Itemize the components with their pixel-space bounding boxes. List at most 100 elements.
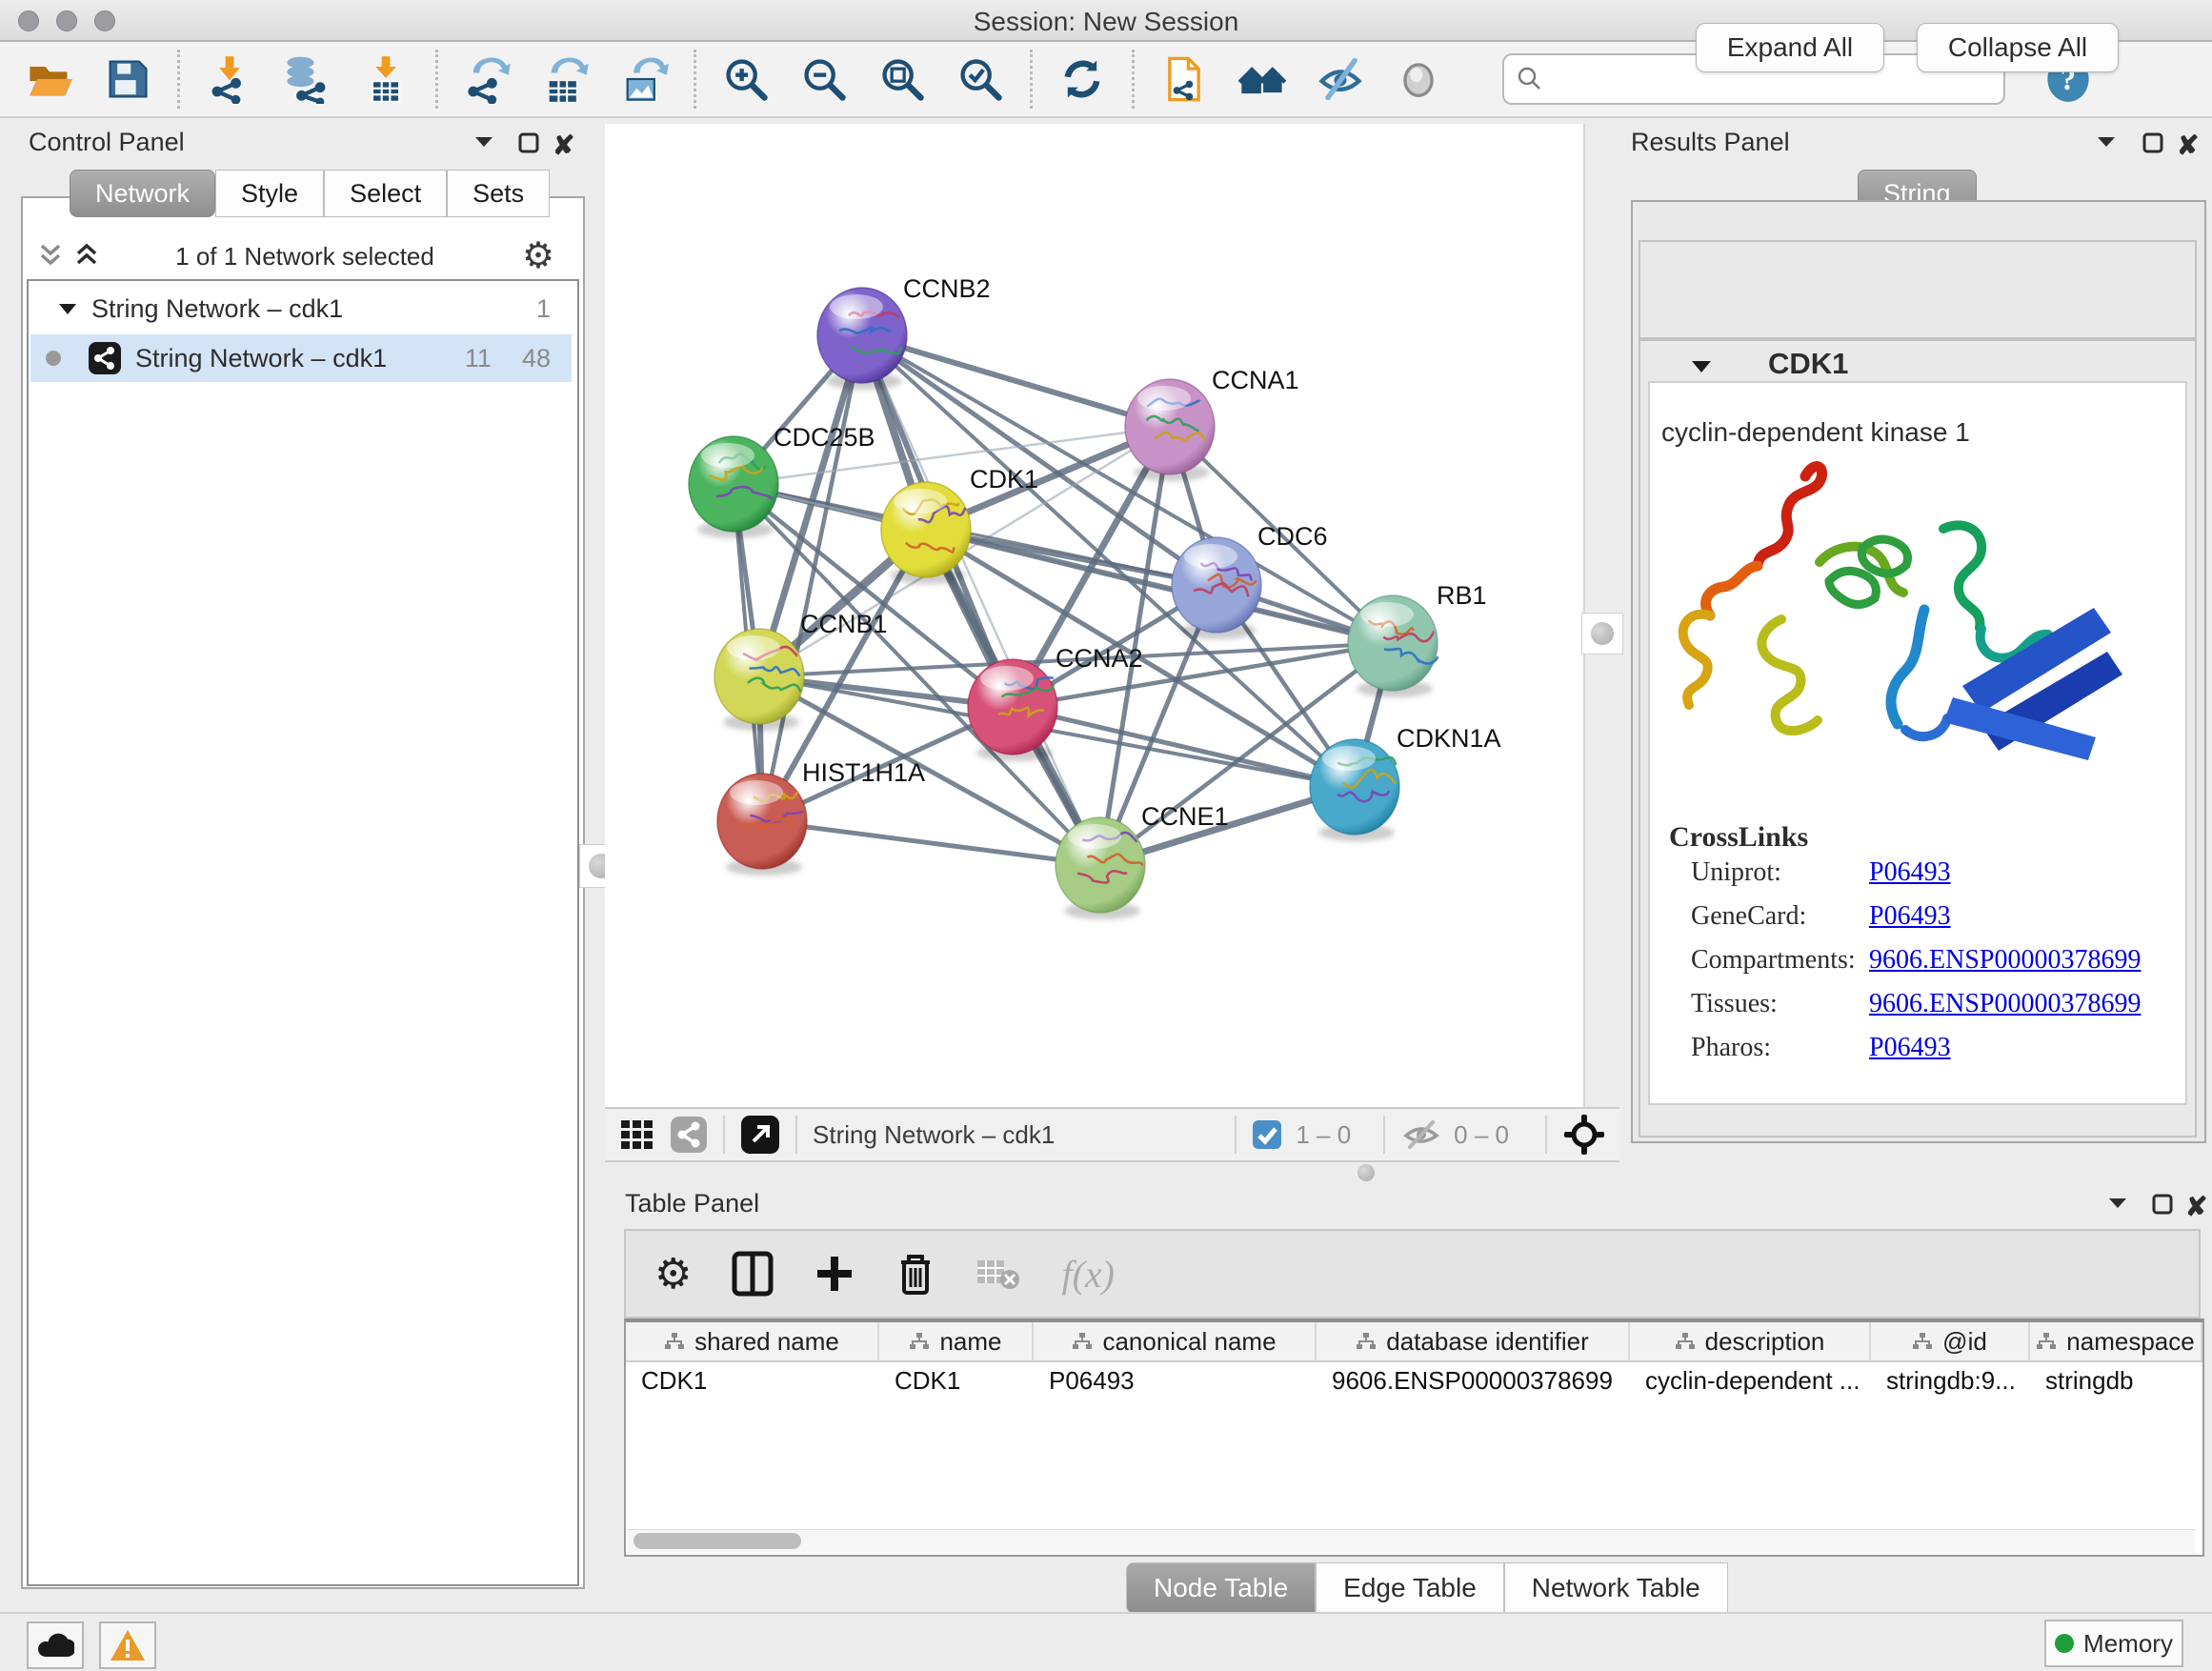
gene-collapse-icon[interactable] [1688,356,1715,377]
open-session-icon[interactable] [25,54,74,104]
show-columns-icon[interactable] [732,1251,774,1297]
cell-canonicalname[interactable]: P06493 [1034,1362,1317,1399]
save-session-icon[interactable] [103,54,152,104]
tab-edge-table[interactable]: Edge Table [1316,1562,1504,1614]
column-header-name[interactable]: name [879,1322,1034,1360]
scrollbar-thumb[interactable] [633,1533,801,1549]
network-view-toolbar: String Network – cdk1 1 – 0 0 – 0 [605,1107,1619,1162]
crosslink-value-link[interactable]: P06493 [1869,901,1951,932]
right-splitter-handle[interactable] [1581,613,1623,654]
results-panel-float-icon[interactable] [2142,131,2164,154]
svg-text:CCNB2: CCNB2 [903,274,991,303]
results-panel-collapse-icon[interactable] [2094,131,2119,152]
add-column-icon[interactable] [814,1253,855,1295]
tab-style[interactable]: Style [215,170,324,217]
gene-name: CDK1 [1768,347,1848,381]
cell-databaseidentifier[interactable]: 9606.ENSP00000378699 [1317,1362,1630,1399]
column-header-id[interactable]: @id [1871,1322,2030,1360]
control-panel-collapse-icon[interactable] [472,131,496,152]
network-collection-row[interactable]: String Network – cdk1 1 [30,285,572,332]
table-panel-float-icon[interactable] [2151,1193,2174,1216]
results-buttons-box [1639,240,2197,339]
zoom-selected-icon[interactable] [955,54,1005,104]
table-settings-gear-icon[interactable]: ⚙ [654,1250,692,1299]
collapse-all-networks-icon[interactable] [36,240,65,269]
network-options-gear-icon[interactable]: ⚙ [522,234,554,277]
refresh-icon[interactable] [1057,54,1107,104]
string-network-icon [88,341,122,375]
crosslink-value-link[interactable]: P06493 [1869,1033,1951,1063]
hidden-items-eye-icon[interactable] [1400,1117,1442,1152]
toolbar-separator [1235,1116,1237,1154]
show-all-icon[interactable] [1394,54,1443,104]
detach-view-icon[interactable] [740,1115,780,1155]
column-header-sharedname[interactable]: shared name [626,1322,879,1360]
tab-node-table[interactable]: Node Table [1126,1562,1316,1614]
crosslink-label: Compartments: [1691,945,1856,976]
import-table-file-icon[interactable] [361,54,411,104]
memory-button[interactable]: Memory [2044,1620,2183,1667]
tab-network-table[interactable]: Network Table [1504,1562,1728,1614]
tab-network[interactable]: Network [70,170,215,217]
zoom-in-icon[interactable] [721,54,771,104]
table-panel-close-icon[interactable]: ✘ [2185,1191,2207,1222]
cloud-status-button[interactable] [27,1621,84,1669]
network-row[interactable]: String Network – cdk1 11 48 [30,334,572,382]
export-image-icon[interactable] [619,54,669,104]
column-header-description[interactable]: description [1630,1322,1871,1360]
collapse-all-button[interactable]: Collapse All [1917,23,2119,72]
toolbar-separator [1383,1116,1385,1154]
grid-view-icon[interactable] [618,1116,656,1154]
tab-sets[interactable]: Sets [447,170,550,217]
toolbar-separator [723,1116,725,1154]
control-panel-title: Control Panel [29,128,185,157]
table-tabs: Node Table Edge Table Network Table [1126,1562,1728,1614]
first-neighbors-icon[interactable] [1237,54,1287,104]
control-panel-float-icon[interactable] [517,131,540,154]
warnings-button[interactable] [99,1621,156,1669]
results-panel-close-icon[interactable]: ✘ [2177,130,2199,161]
import-network-database-icon[interactable] [283,54,332,104]
table-horizontal-scrollbar[interactable] [628,1529,2195,1553]
hide-selected-icon[interactable] [1316,54,1365,104]
selected-items-checkbox-icon[interactable] [1252,1119,1282,1150]
table-row[interactable]: CDK1CDK1P064939606.ENSP00000378699cyclin… [626,1362,2202,1399]
table-panel-collapse-icon[interactable] [2105,1193,2130,1214]
import-network-file-icon[interactable] [205,54,254,104]
expand-all-networks-icon[interactable] [72,240,101,269]
delete-table-icon[interactable] [975,1255,1021,1293]
table-toolbar: ⚙ f(x) [624,1229,2201,1319]
crosslink-value-link[interactable]: 9606.ENSP00000378699 [1869,989,2141,1019]
horizontal-splitter-handle[interactable] [1347,1164,1385,1181]
delete-column-icon[interactable] [895,1251,935,1297]
control-panel-close-icon[interactable]: ✘ [553,130,574,161]
zoom-fit-icon[interactable] [877,54,927,104]
tab-select[interactable]: Select [324,170,447,217]
cell-sharedname[interactable]: CDK1 [626,1362,879,1399]
crosslink-value-link[interactable]: P06493 [1869,857,1951,888]
column-header-databaseidentifier[interactable]: database identifier [1317,1322,1630,1360]
birds-eye-view-icon[interactable] [1562,1113,1606,1157]
hidden-counts: 0 – 0 [1454,1120,1509,1150]
new-network-from-selection-icon[interactable] [1159,54,1209,104]
column-header-canonicalname[interactable]: canonical name [1034,1322,1317,1360]
expand-all-button[interactable]: Expand All [1696,23,1884,72]
zoom-out-icon[interactable] [799,54,849,104]
search-icon [1516,65,1544,93]
export-table-icon[interactable] [541,54,591,104]
cell-name[interactable]: CDK1 [879,1362,1034,1399]
status-bar: Memory [0,1612,2212,1671]
cell-namespace[interactable]: stringdb [2030,1362,2202,1399]
column-type-icon [909,1332,930,1351]
table-header-row[interactable]: shared namenamecanonical namedatabase id… [626,1322,2202,1362]
cell-description[interactable]: cyclin-dependent ... [1630,1362,1871,1399]
export-network-icon[interactable] [463,54,513,104]
network-canvas[interactable]: CCNB2CCNA1CDC25BCDK1CDC6RB1CCNB1CCNA2CDK… [605,124,1583,1107]
node-table[interactable]: shared namenamecanonical namedatabase id… [624,1319,2204,1557]
crosslink-value-link[interactable]: 9606.ENSP00000378699 [1869,945,2141,976]
column-header-namespace[interactable]: namespace [2030,1322,2202,1360]
network-selection-status: 1 of 1 Network selected [133,242,476,272]
network-share-view-icon[interactable] [670,1116,708,1154]
function-builder-icon[interactable]: f(x) [1061,1252,1115,1297]
cell-id[interactable]: stringdb:9... [1871,1362,2030,1399]
